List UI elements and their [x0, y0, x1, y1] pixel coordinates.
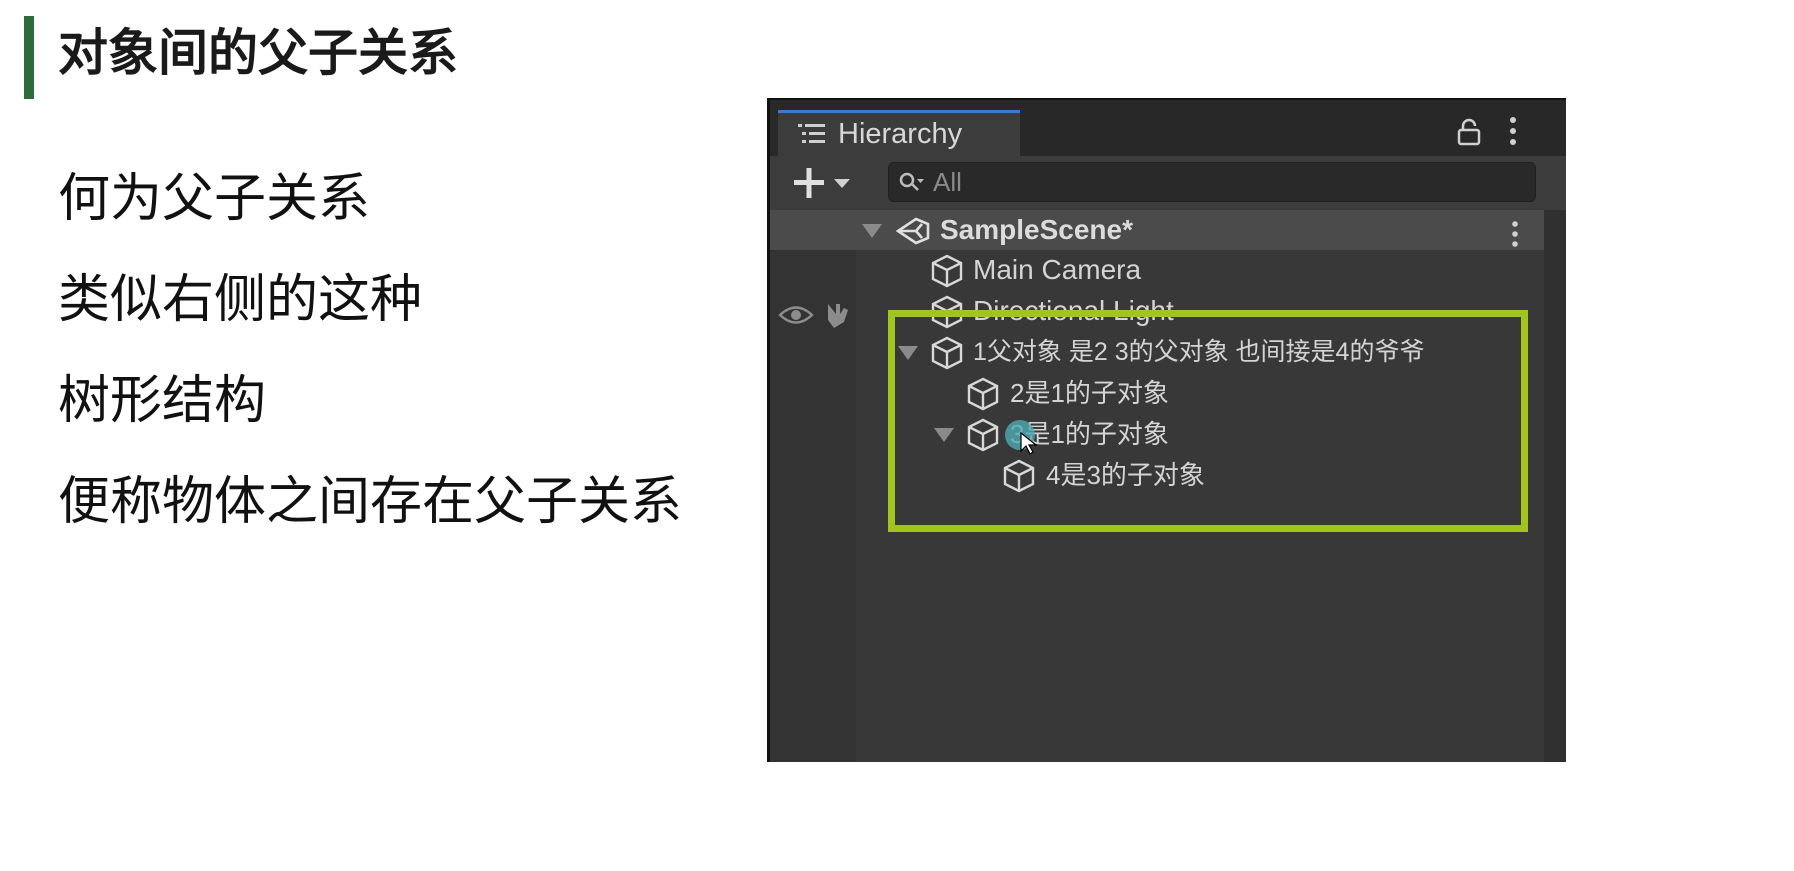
- hierarchy-list-icon: [798, 123, 826, 145]
- eye-icon[interactable]: [778, 304, 814, 326]
- tab-hierarchy[interactable]: Hierarchy: [778, 110, 1020, 156]
- tab-hierarchy-label: Hierarchy: [838, 118, 963, 150]
- kebab-menu-icon[interactable]: [1508, 116, 1518, 146]
- expand-arrow-icon[interactable]: [862, 224, 882, 238]
- bullet-item: 便称物体之间存在父子关系: [58, 472, 683, 532]
- bullet-list: 何为父子关系 类似右侧的这种 树形结构 便称物体之间存在父子关系: [58, 168, 682, 572]
- hierarchy-toolbar: [770, 156, 1566, 210]
- scene-menu-icon[interactable]: [1510, 218, 1520, 247]
- panel-right-edge: [1544, 210, 1566, 762]
- hierarchy-tree: SampleScene* Main Camera Directional Lig…: [770, 210, 1566, 762]
- title-accent-bar: [24, 16, 34, 99]
- hierarchy-item[interactable]: Main Camera: [770, 250, 1566, 290]
- hierarchy-item-label: Main Camera: [973, 254, 1142, 285]
- search-icon: [899, 171, 925, 195]
- scene-name: SampleScene*: [940, 214, 1133, 245]
- search-field[interactable]: [888, 162, 1536, 202]
- hand-icon[interactable]: [822, 300, 854, 330]
- panel-tabstrip: Hierarchy: [770, 100, 1566, 156]
- cube-icon: [930, 254, 964, 288]
- bullet-item: 树形结构: [58, 371, 267, 431]
- search-input[interactable]: [933, 165, 1493, 199]
- scene-row[interactable]: SampleScene*: [770, 210, 1566, 250]
- unity-scene-icon: [895, 216, 930, 246]
- bullet-item: 何为父子关系: [58, 169, 371, 229]
- slide-title: 对象间的父子关系: [58, 24, 458, 82]
- lock-icon[interactable]: [1456, 118, 1482, 146]
- highlight-box: [888, 310, 1528, 532]
- mouse-cursor-icon: [1020, 431, 1038, 456]
- bullet-item: 类似右侧的这种: [58, 270, 423, 330]
- hierarchy-panel: Hierarchy All SampleScene* Main Camera D…: [767, 98, 1566, 762]
- add-object-button[interactable]: [790, 164, 860, 202]
